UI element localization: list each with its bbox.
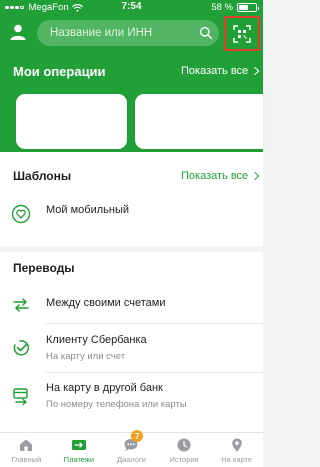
tab-bar: Главный Платежи 7 Диалоги История На кар… [0,430,263,467]
transfer-arrows-icon [13,298,29,312]
qr-scan-button[interactable] [224,16,260,51]
tab-label: Диалоги [116,455,146,464]
divider [46,323,263,324]
chevron-right-icon [250,171,260,181]
tab-label: На карте [221,455,253,464]
profile-icon [10,24,26,40]
map-pin-icon [231,438,242,452]
transfer-item-label: Клиенту Сбербанка [46,334,147,346]
operations-title: Мои операции [13,64,106,79]
profile-button[interactable] [8,22,28,42]
chevron-right-icon [250,66,260,76]
templates-section: Шаблоны Показать все Мой мобильный [0,152,263,246]
template-item-my-mobile[interactable]: Мой мобильный [0,196,263,228]
heart-icon [11,204,31,224]
transfer-item-label: На карту в другой банк [46,382,163,394]
search-input[interactable] [50,20,200,46]
transfer-item-subtitle: По номеру телефона или карты [46,399,187,410]
transfer-item-own-accounts[interactable]: Между своими счетами [0,290,263,318]
transfer-item-subtitle: На карту или счет [46,351,126,362]
operations-show-all-link[interactable]: Показать все [181,65,260,77]
transfer-item-label: Между своими счетами [46,297,166,309]
history-icon [177,438,191,452]
transfers-section: Переводы Между своими счетами Клиенту Сб… [0,252,263,432]
status-bar: MegaFon 7:54 58 % [0,0,263,15]
battery-icon [237,3,259,12]
sber-client-icon [13,340,30,356]
templates-show-all-label: Показать все [181,170,249,182]
operations-show-all-label: Показать все [181,65,249,77]
transfer-item-other-bank-card[interactable]: На карту в другой банк По номеру телефон… [0,378,263,416]
tab-label: Главный [11,455,42,464]
operation-card[interactable] [135,94,263,149]
search-icon[interactable] [199,26,213,40]
operation-card[interactable] [16,94,127,149]
header: MegaFon 7:54 58 % Название или ИНН Мои о… [0,0,263,152]
transfer-item-sber-client[interactable]: Клиенту Сбербанка На карту или счет [0,330,263,368]
card-transfer-icon [13,388,28,406]
qr-scan-icon [233,24,251,43]
transfers-title: Переводы [13,261,75,275]
tab-home[interactable]: Главный [0,433,53,467]
tab-label: История [169,455,199,464]
divider [46,372,263,373]
tab-payments[interactable]: Платежи [53,433,106,467]
search-box[interactable] [37,20,219,46]
payments-icon [71,440,86,450]
tab-dialogs[interactable]: 7 Диалоги [105,430,158,467]
tab-label: Платежи [63,455,95,464]
battery-percent: 58 % [211,2,233,13]
tab-map[interactable]: На карте [210,433,263,467]
template-item-label: Мой мобильный [46,204,130,216]
tab-history[interactable]: История [158,433,211,467]
templates-show-all-link[interactable]: Показать все [181,170,260,182]
unread-badge: 7 [131,430,144,442]
templates-title: Шаблоны [13,169,72,183]
home-icon [20,439,33,451]
